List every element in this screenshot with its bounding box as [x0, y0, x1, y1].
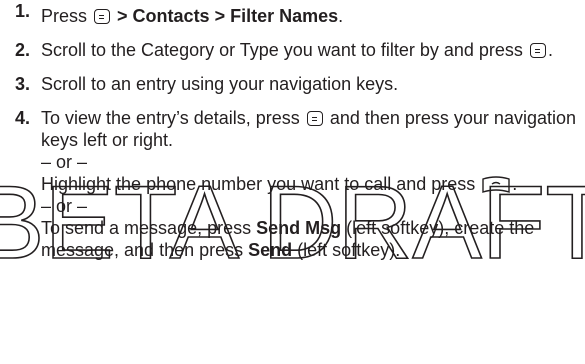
step-punct: . [338, 6, 344, 26]
or-separator: – or – [41, 196, 88, 216]
step-number: 2. [14, 40, 30, 60]
call-text: Highlight the phone number you want to c… [41, 174, 476, 194]
or-separator: – or – [41, 152, 88, 172]
menu-path: > Contacts > Filter Names [117, 6, 339, 26]
message-instruction: To send a message, press Send Msg (left … [41, 217, 585, 261]
step-number: 4. [14, 108, 30, 128]
send-softkey-label: Send [248, 240, 293, 260]
step-text: To view the entry’s details, press [41, 108, 300, 128]
step-text: Press [41, 6, 88, 26]
menu-ok-key-icon [94, 9, 111, 24]
instructions-page: 1. Press > Contacts > Filter Names. 2. S… [0, 0, 585, 261]
call-punct: . [512, 174, 518, 194]
msg-text: (left softkey). [297, 240, 401, 260]
step-3: 3. Scroll to an entry using your navigat… [0, 73, 585, 95]
step-4: 4. To view the entry’s details, press an… [0, 107, 585, 261]
step-text: Scroll to the Category or Type you want … [41, 40, 523, 60]
menu-ok-key-icon [529, 43, 546, 58]
steps-list: 1. Press > Contacts > Filter Names. 2. S… [0, 0, 585, 261]
step-1: 1. Press > Contacts > Filter Names. [0, 0, 585, 27]
menu-ok-key-icon [306, 111, 323, 126]
msg-text: To send a message, press [41, 218, 252, 238]
step-number: 1. [14, 1, 30, 21]
step-punct: . [547, 40, 553, 60]
step-text: Scroll to an entry using your navigation… [41, 74, 399, 94]
send-msg-softkey-label: Send Msg [256, 218, 342, 238]
call-instruction: Highlight the phone number you want to c… [41, 173, 585, 195]
step-number: 3. [14, 74, 30, 94]
step-2: 2. Scroll to the Category or Type you wa… [0, 39, 585, 61]
talk-key-icon [482, 176, 510, 193]
